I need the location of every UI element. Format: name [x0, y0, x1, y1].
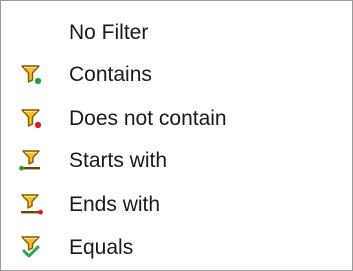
filter-does-not-contain-icon — [21, 109, 42, 129]
menu-item-does-not-contain[interactable]: Does not contain — [2, 96, 351, 140]
menu-item-label: Does not contain — [69, 106, 227, 130]
menu-item-label: Starts with — [69, 148, 168, 172]
menu-item-label: Contains — [69, 62, 152, 86]
menu-item-label: No Filter — [69, 20, 149, 44]
menu-item-no-filter[interactable]: No Filter — [2, 10, 351, 54]
menu-item-label: Ends with — [69, 192, 161, 216]
filter-equals-icon — [21, 236, 40, 258]
filter-starts-with-icon — [19, 150, 40, 171]
menu-item-starts-with[interactable]: Starts with — [2, 138, 351, 182]
menu-item-label: Equals — [69, 235, 134, 259]
menu-item-equals[interactable]: Equals — [2, 225, 351, 269]
filter-context-menu: No Filter Contains Does not contain Star… — [0, 0, 353, 271]
filter-ends-with-icon — [21, 194, 43, 215]
filter-contains-icon — [21, 65, 42, 85]
menu-item-contains[interactable]: Contains — [2, 52, 351, 96]
menu-item-ends-with[interactable]: Ends with — [2, 182, 351, 226]
